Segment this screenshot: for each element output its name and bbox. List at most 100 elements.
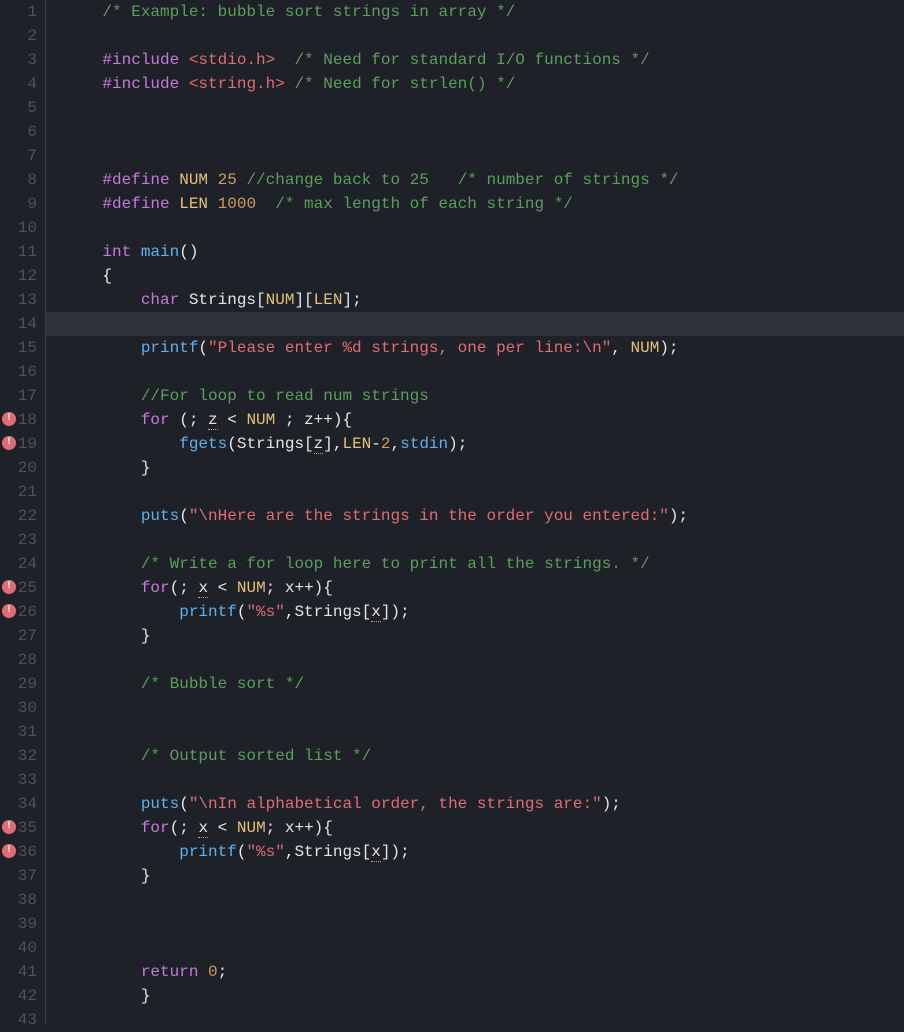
code-line[interactable]: [64, 528, 904, 552]
code-line[interactable]: /* Write a for loop here to print all th…: [64, 552, 904, 576]
line-number[interactable]: 3: [6, 48, 37, 72]
code-line[interactable]: /* Example: bubble sort strings in array…: [64, 0, 904, 24]
code-line[interactable]: }: [64, 624, 904, 648]
line-number[interactable]: 19: [6, 432, 37, 456]
line-number[interactable]: 12: [6, 264, 37, 288]
code-line[interactable]: }: [64, 984, 904, 1008]
code-line[interactable]: for(; x < NUM; x++){: [64, 576, 904, 600]
line-number[interactable]: 33: [6, 768, 37, 792]
code-token: /* Need for standard I/O functions */: [294, 51, 649, 69]
line-number[interactable]: 27: [6, 624, 37, 648]
line-number[interactable]: 17: [6, 384, 37, 408]
code-line[interactable]: [64, 648, 904, 672]
code-line[interactable]: for (; z < NUM ; z++){: [64, 408, 904, 432]
line-number[interactable]: 4: [6, 72, 37, 96]
line-number[interactable]: 36: [6, 840, 37, 864]
code-line[interactable]: int main(): [64, 240, 904, 264]
code-line[interactable]: [64, 120, 904, 144]
line-number[interactable]: 25: [6, 576, 37, 600]
code-line[interactable]: /* Bubble sort */: [64, 672, 904, 696]
line-number[interactable]: 43: [6, 1008, 37, 1032]
code-line[interactable]: #include <stdio.h> /* Need for standard …: [64, 48, 904, 72]
code-line[interactable]: [64, 888, 904, 912]
line-number[interactable]: 22: [6, 504, 37, 528]
line-number[interactable]: 8: [6, 168, 37, 192]
line-number[interactable]: 29: [6, 672, 37, 696]
code-line[interactable]: #include <string.h> /* Need for strlen()…: [64, 72, 904, 96]
line-number[interactable]: 14: [6, 312, 37, 336]
code-line[interactable]: [64, 24, 904, 48]
line-number[interactable]: 28: [6, 648, 37, 672]
line-number-gutter[interactable]: 1234567891011121314151617181920212223242…: [0, 0, 46, 1024]
line-number[interactable]: 2: [6, 24, 37, 48]
line-number[interactable]: 7: [6, 144, 37, 168]
line-number[interactable]: 37: [6, 864, 37, 888]
code-line[interactable]: for(; x < NUM; x++){: [64, 816, 904, 840]
line-number[interactable]: 24: [6, 552, 37, 576]
code-line[interactable]: printf("%s",Strings[x]);: [64, 600, 904, 624]
line-number[interactable]: 23: [6, 528, 37, 552]
code-token: NUM: [246, 411, 275, 429]
line-number[interactable]: 39: [6, 912, 37, 936]
line-number[interactable]: 15: [6, 336, 37, 360]
code-line[interactable]: printf("Please enter %d strings, one per…: [64, 336, 904, 360]
code-line[interactable]: fgets(Strings[z],LEN-2,stdin);: [64, 432, 904, 456]
code-token: [64, 963, 141, 981]
code-line[interactable]: #define LEN 1000 /* max length of each s…: [64, 192, 904, 216]
code-token: {: [102, 267, 112, 285]
line-number[interactable]: 21: [6, 480, 37, 504]
code-token: "%s": [246, 843, 284, 861]
line-number[interactable]: 34: [6, 792, 37, 816]
line-number[interactable]: 6: [6, 120, 37, 144]
code-line[interactable]: [64, 768, 904, 792]
line-number[interactable]: 26: [6, 600, 37, 624]
code-line[interactable]: [64, 912, 904, 936]
code-line[interactable]: /* Output sorted list */: [64, 744, 904, 768]
code-line[interactable]: [64, 360, 904, 384]
code-line[interactable]: printf("%s",Strings[x]);: [64, 840, 904, 864]
code-token: [285, 75, 295, 93]
line-number[interactable]: 11: [6, 240, 37, 264]
code-line[interactable]: [64, 216, 904, 240]
code-line[interactable]: [64, 720, 904, 744]
code-line[interactable]: #define NUM 25 //change back to 25 /* nu…: [64, 168, 904, 192]
line-number[interactable]: 40: [6, 936, 37, 960]
line-number[interactable]: 20: [6, 456, 37, 480]
code-line[interactable]: [46, 312, 904, 336]
code-token: (: [237, 603, 247, 621]
code-line[interactable]: puts("\nHere are the strings in the orde…: [64, 504, 904, 528]
code-line[interactable]: char Strings[NUM][LEN];: [64, 288, 904, 312]
line-number[interactable]: 42: [6, 984, 37, 1008]
code-line[interactable]: [64, 936, 904, 960]
line-number[interactable]: 35: [6, 816, 37, 840]
line-number[interactable]: 30: [6, 696, 37, 720]
code-token: 1000: [218, 195, 256, 213]
code-line[interactable]: [64, 1008, 904, 1032]
code-editor[interactable]: 1234567891011121314151617181920212223242…: [0, 0, 904, 1024]
code-line[interactable]: return 0;: [64, 960, 904, 984]
code-line[interactable]: [64, 96, 904, 120]
line-number[interactable]: 13: [6, 288, 37, 312]
code-line[interactable]: [64, 144, 904, 168]
code-token: NUM: [237, 579, 266, 597]
line-number[interactable]: 10: [6, 216, 37, 240]
line-number[interactable]: 32: [6, 744, 37, 768]
code-line[interactable]: puts("\nIn alphabetical order, the strin…: [64, 792, 904, 816]
line-number[interactable]: 16: [6, 360, 37, 384]
code-area[interactable]: /* Example: bubble sort strings in array…: [46, 0, 904, 1024]
line-number[interactable]: 9: [6, 192, 37, 216]
code-token: 0: [208, 963, 218, 981]
code-line[interactable]: //For loop to read num strings: [64, 384, 904, 408]
line-number[interactable]: 41: [6, 960, 37, 984]
line-number[interactable]: 31: [6, 720, 37, 744]
code-line[interactable]: }: [64, 864, 904, 888]
code-line[interactable]: {: [64, 264, 904, 288]
line-number[interactable]: 38: [6, 888, 37, 912]
code-line[interactable]: [64, 696, 904, 720]
line-number[interactable]: 18: [6, 408, 37, 432]
code-line[interactable]: [64, 480, 904, 504]
code-token: [275, 51, 294, 69]
line-number[interactable]: 5: [6, 96, 37, 120]
code-line[interactable]: }: [64, 456, 904, 480]
line-number[interactable]: 1: [6, 0, 37, 24]
